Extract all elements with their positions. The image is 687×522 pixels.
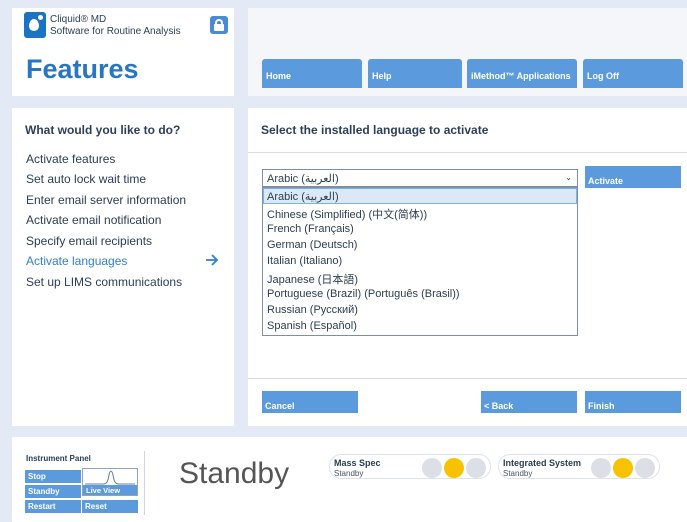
mass-spec-status[interactable]: Mass Spec Standby <box>329 454 491 479</box>
sciex-logo-icon <box>24 12 46 38</box>
divider <box>248 378 687 379</box>
status-light-on <box>613 458 633 478</box>
chevron-down-icon: ⌄ <box>565 173 572 182</box>
restart-button[interactable]: Restart <box>25 500 81 513</box>
divider <box>248 152 687 153</box>
integrated-system-state: Standby <box>503 469 533 478</box>
language-select-value: Arabic (العربية) <box>267 173 339 185</box>
status-light-off <box>591 458 611 478</box>
sidebar-question: What would you like to do? <box>25 123 181 137</box>
language-option[interactable]: Spanish (Español) <box>263 318 577 334</box>
content-heading: Select the installed language to activat… <box>261 123 489 137</box>
language-select[interactable]: Arabic (العربية) ⌄ <box>262 169 578 187</box>
instrument-panel-title: Instrument Panel <box>26 454 91 463</box>
nav-logoff-button[interactable]: Log Off <box>583 59 683 88</box>
activate-button[interactable]: Activate <box>585 166 681 188</box>
status-light-on <box>444 458 464 478</box>
instrument-panel: Instrument Panel Stop Standby Restart Li… <box>12 437 687 522</box>
sidebar: What would you like to do? Activate feat… <box>12 108 234 426</box>
brand-panel: Cliquid® MD Software for Routine Analysi… <box>12 8 234 96</box>
sidebar-item-email-recipients[interactable]: Specify email recipients <box>26 234 152 248</box>
mass-spec-label: Mass Spec <box>334 458 381 468</box>
language-option[interactable]: Portuguese (Brazil) (Português (Brasil)) <box>263 286 577 302</box>
standby-button[interactable]: Standby <box>25 485 81 498</box>
language-option[interactable]: Japanese (日本語) <box>263 269 577 286</box>
integrated-system-status[interactable]: Integrated System Standby <box>498 454 660 479</box>
app-name: Cliquid® MD Software for Routine Analysi… <box>50 14 181 38</box>
nav-help-button[interactable]: Help <box>368 59 462 88</box>
sidebar-item-email-server[interactable]: Enter email server information <box>26 193 186 207</box>
sidebar-item-activate-features[interactable]: Activate features <box>26 152 115 166</box>
status-light-off <box>635 458 655 478</box>
nav-home-button[interactable]: Home <box>262 59 362 88</box>
mass-spec-state: Standby <box>334 469 364 478</box>
lock-icon[interactable] <box>210 16 228 34</box>
language-option[interactable]: Chinese (Simplified) (中文(简体)) <box>263 204 577 221</box>
main-content: Select the installed language to activat… <box>248 108 687 426</box>
live-view-button[interactable]: Live View <box>82 468 138 496</box>
language-option[interactable]: Arabic (العربية) <box>263 188 577 205</box>
app-name-line2: Software for Routine Analysis <box>50 26 181 37</box>
live-view-label: Live View <box>83 485 137 495</box>
language-option[interactable]: French (Français) <box>263 221 577 237</box>
divider <box>144 451 145 515</box>
reset-button[interactable]: Reset <box>82 500 138 513</box>
arrow-right-icon <box>206 254 219 266</box>
status-light-off <box>466 458 486 478</box>
top-nav: Home Help iMethod™ Applications Log Off <box>248 8 687 96</box>
language-option[interactable]: Italian (Italiano) <box>263 253 577 269</box>
sidebar-item-lims[interactable]: Set up LIMS communications <box>26 275 182 289</box>
system-status-text: Standby <box>179 457 290 490</box>
language-option[interactable]: Russian (Русский) <box>263 302 577 318</box>
language-option[interactable]: German (Deutsch) <box>263 237 577 253</box>
status-light-off <box>422 458 442 478</box>
integrated-system-label: Integrated System <box>503 458 582 468</box>
sidebar-item-auto-lock[interactable]: Set auto lock wait time <box>26 172 146 186</box>
sidebar-item-email-notification[interactable]: Activate email notification <box>26 213 161 227</box>
language-dropdown-list[interactable]: Arabic (العربية) Chinese (Simplified) (中… <box>262 187 578 336</box>
finish-button[interactable]: Finish <box>585 391 681 413</box>
sidebar-item-activate-languages[interactable]: Activate languages <box>26 254 127 268</box>
spectrum-icon <box>85 470 135 485</box>
nav-imethod-button[interactable]: iMethod™ Applications <box>467 59 577 88</box>
app-name-line1: Cliquid® MD <box>50 14 107 25</box>
stop-button[interactable]: Stop <box>25 470 81 483</box>
page-title: Features <box>26 54 139 84</box>
back-button[interactable]: < Back <box>481 391 577 413</box>
cancel-button[interactable]: Cancel <box>262 391 358 413</box>
